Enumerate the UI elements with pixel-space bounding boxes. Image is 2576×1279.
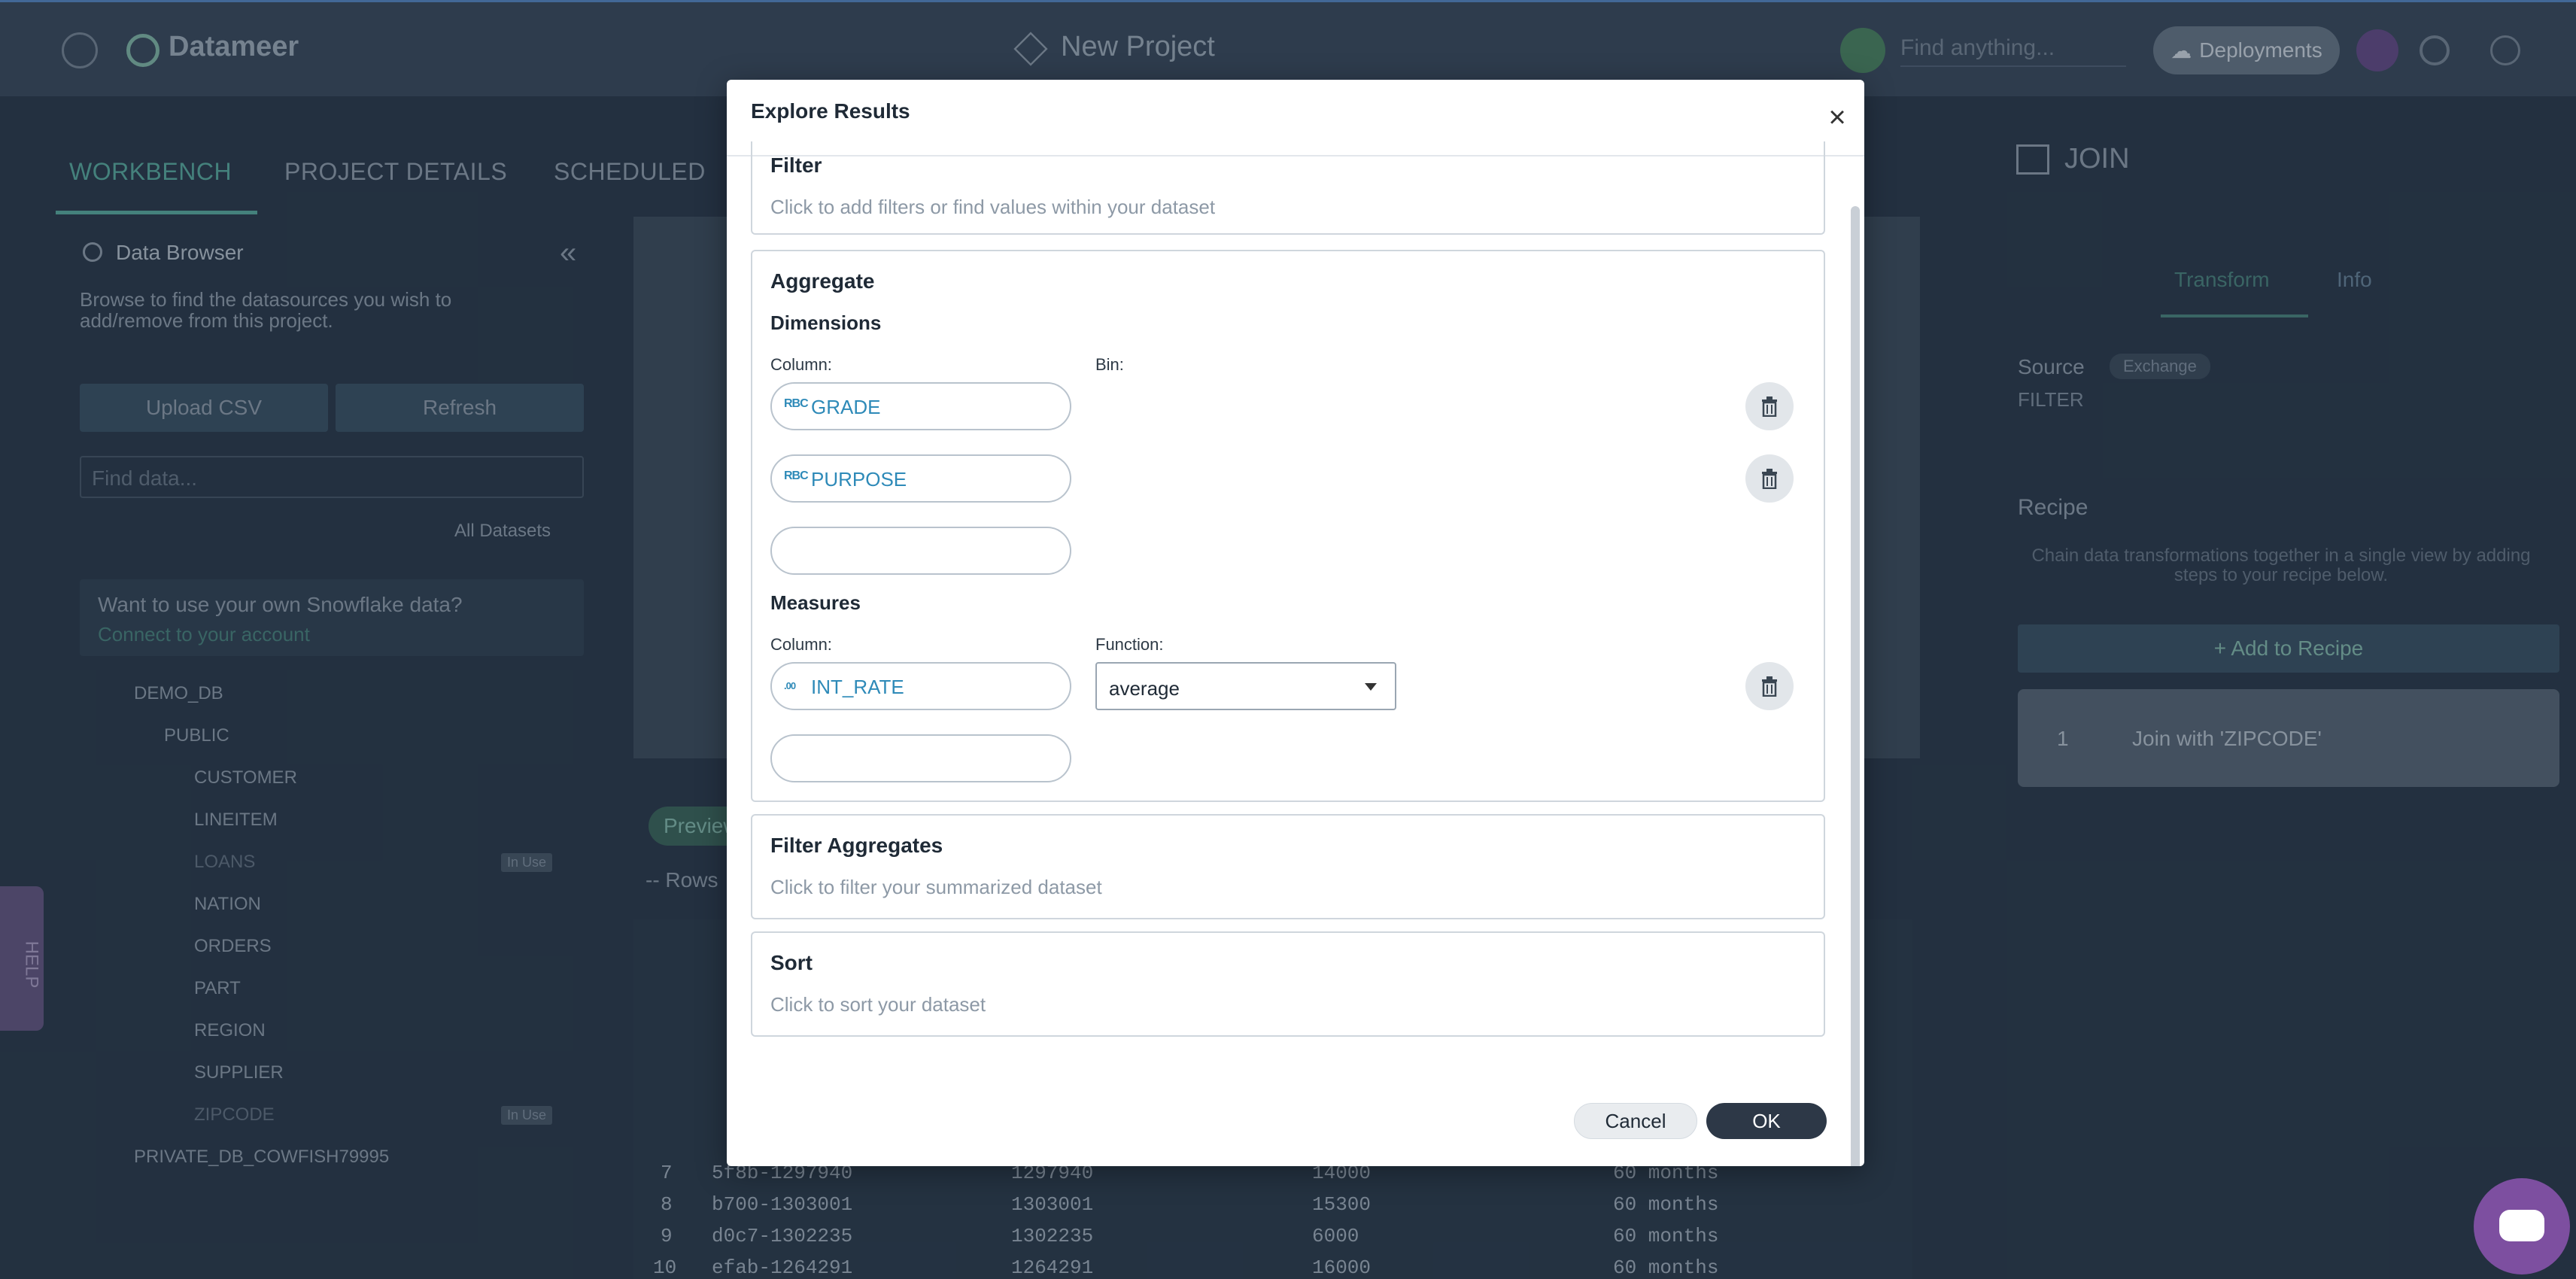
filter-aggregates-section[interactable]: Filter Aggregates Click to filter your s…: [751, 814, 1825, 919]
bin-label: Bin:: [1095, 355, 1124, 374]
dimension-column-field[interactable]: RBC GRADE: [770, 382, 1071, 430]
filter-hint[interactable]: Click to add filters or find values with…: [770, 196, 1215, 219]
function-label: Function:: [1095, 635, 1164, 654]
trash-icon: [1762, 469, 1777, 489]
aggregate-title: Aggregate: [770, 269, 875, 293]
function-select[interactable]: average: [1095, 662, 1396, 710]
close-icon[interactable]: ×: [1822, 102, 1852, 132]
modal-body: Filter Click to add filters or find valu…: [727, 141, 1851, 1089]
new-dimension-field[interactable]: [770, 527, 1071, 575]
string-type-icon: RBC: [784, 397, 809, 410]
modal-title: Explore Results: [751, 99, 910, 123]
delete-dimension-button[interactable]: [1745, 382, 1794, 430]
dimensions-title: Dimensions: [770, 311, 882, 334]
delete-measure-button[interactable]: [1745, 662, 1794, 710]
new-measure-field[interactable]: [770, 734, 1071, 782]
explore-results-modal: Explore Results × Filter Click to add fi…: [727, 80, 1864, 1166]
modal-scrollbar[interactable]: [1851, 206, 1860, 1166]
sort-hint[interactable]: Click to sort your dataset: [770, 993, 986, 1016]
chevron-down-icon: [1365, 683, 1377, 691]
dimension-column-value: PURPOSE: [811, 468, 907, 491]
function-value: average: [1109, 677, 1180, 700]
filter-aggregates-hint[interactable]: Click to filter your summarized dataset: [770, 876, 1102, 899]
cancel-button[interactable]: Cancel: [1574, 1103, 1697, 1139]
filter-aggregates-title: Filter Aggregates: [770, 834, 943, 857]
trash-icon: [1762, 396, 1777, 417]
dimension-column-value: GRADE: [811, 396, 881, 418]
filter-title: Filter: [770, 153, 822, 177]
measures-title: Measures: [770, 591, 861, 614]
chat-icon: [2499, 1210, 2544, 1241]
delete-dimension-button[interactable]: [1745, 454, 1794, 503]
ok-button[interactable]: OK: [1706, 1103, 1827, 1139]
string-type-icon: RBC: [784, 469, 809, 482]
dimension-column-field[interactable]: RBC PURPOSE: [770, 454, 1071, 503]
chat-button[interactable]: [2474, 1178, 2570, 1274]
measure-column-value: INT_RATE: [811, 676, 904, 698]
dimension-column-label: Column:: [770, 355, 832, 374]
aggregate-section: Aggregate Dimensions Column: Bin: RBC GR…: [751, 250, 1825, 802]
measure-column-field[interactable]: .00 INT_RATE: [770, 662, 1071, 710]
filter-section[interactable]: Filter Click to add filters or find valu…: [751, 141, 1825, 235]
measure-column-label: Column:: [770, 635, 832, 654]
decimal-type-icon: .00: [784, 680, 796, 691]
sort-section[interactable]: Sort Click to sort your dataset: [751, 931, 1825, 1037]
trash-icon: [1762, 676, 1777, 697]
sort-title: Sort: [770, 951, 813, 974]
